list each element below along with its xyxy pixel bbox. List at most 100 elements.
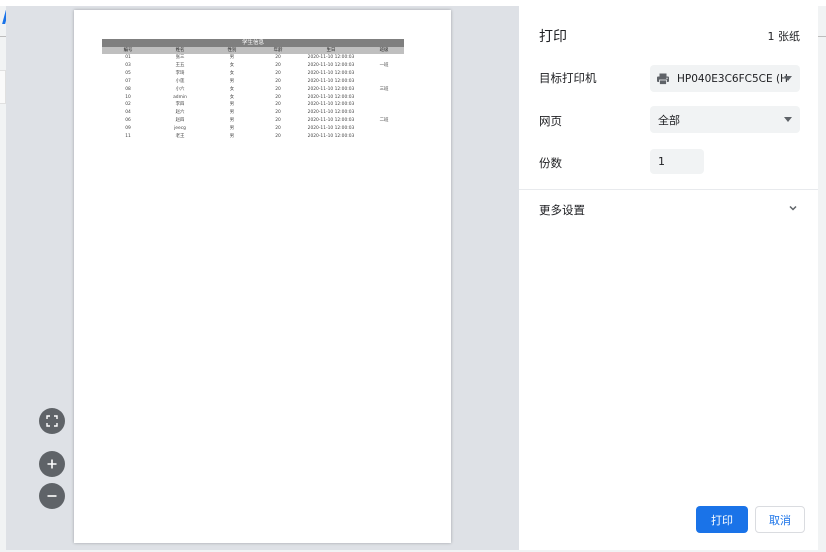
table-cell: 20 [275, 55, 281, 60]
table-cell: 05 [125, 70, 131, 76]
table-cell [364, 70, 404, 78]
table-cell: 二班 [379, 118, 389, 124]
pages-label: 网页 [539, 114, 562, 128]
more-settings-label: 更多设置 [539, 203, 585, 217]
pages-select[interactable]: 全部 [650, 106, 800, 133]
column-header: 生日 [298, 47, 364, 54]
table-cell: 女 [229, 94, 235, 100]
table-cell: 2020-11-10 12:00:03 [307, 118, 355, 124]
table-cell: 20 [275, 102, 281, 108]
table-row: 11 老王 男 20 2020-11-10 12:00:03 [102, 133, 404, 141]
print-preview-area[interactable]: 学生信息 编号 姓名 性别 年龄 生日 班级 01 张三男 20 2020-11-10… [6, 6, 519, 550]
table-title-row: 学生信息 [102, 39, 405, 47]
minus-icon [47, 495, 57, 497]
table-cell: 赵六 [175, 110, 185, 116]
table-cell: 男 [229, 102, 235, 108]
column-header: 班级 [364, 47, 405, 54]
table-cell: 男 [229, 126, 235, 132]
table-cell: 女 [229, 62, 235, 68]
table-row: 06 赵四 男 20 2020-11-10 12:00:03 二班 [102, 117, 404, 125]
table-cell: 2020-11-10 12:00:03 [307, 55, 355, 60]
table-cell: admin [173, 94, 187, 100]
more-settings-toggle[interactable]: 更多设置 [519, 190, 818, 226]
table-cell [364, 101, 404, 109]
plus-icon [47, 459, 57, 469]
dialog-title: 打印 [539, 29, 567, 45]
table-cell: 04 [125, 110, 131, 116]
table-cell: 男 [229, 110, 235, 116]
table-row: 10 admin 女 20 2020-11-10 12:00:03 [102, 94, 404, 102]
table-row: 08 小六 女 20 2020-11-10 12:00:03 三班 [102, 86, 404, 94]
column-header: 编号 [102, 47, 154, 54]
printer-name: HP040E3C6FC5CE (HP [677, 72, 789, 85]
column-header: 姓名 [154, 47, 206, 54]
table-cell: 03 [125, 62, 131, 68]
table-cell: 男 [229, 118, 235, 124]
table-cell: 06 [125, 118, 131, 124]
table-cell: 老王 [175, 134, 185, 140]
print-button[interactable]: 打印 [696, 506, 748, 533]
pages-value: 全部 [658, 113, 680, 127]
table-cell: 20 [275, 86, 281, 92]
table-row: 05 李琦 女 20 2020-11-10 12:00:03 [102, 70, 404, 78]
table-cell: 男 [229, 134, 235, 140]
table-row: 02 李四 男 20 2020-11-10 12:00:03 [102, 101, 404, 109]
copies-label: 份数 [539, 156, 562, 170]
table-cell: 2020-11-10 12:00:03 [307, 102, 355, 108]
copies-input[interactable] [650, 149, 704, 174]
table-cell [364, 125, 404, 133]
table-cell: 20 [275, 118, 281, 124]
backdrop-divider-right [818, 36, 826, 37]
print-settings-panel: 打印 1 张纸 目标打印机 HP040E3C6FC5CE (HP 网页 全部 份… [519, 6, 818, 550]
table-cell: jeecg [174, 126, 186, 132]
table-cell: 王五 [175, 62, 185, 68]
table-cell: 2020-11-10 12:00:03 [307, 110, 355, 116]
table-cell [364, 78, 404, 86]
zoom-out-button[interactable] [39, 483, 65, 509]
table-cell: 一班 [379, 62, 389, 68]
column-header: 年龄 [258, 47, 298, 54]
preview-page: 学生信息 编号 姓名 性别 年龄 生日 班级 01 张三男 20 2020-11-10… [74, 10, 451, 543]
table-cell: 李琦 [175, 70, 185, 76]
table-cell: 10 [125, 94, 131, 100]
table-cell: 张三 [175, 55, 185, 60]
destination-select[interactable]: HP040E3C6FC5CE (HP [650, 65, 800, 92]
fit-to-page-button[interactable] [39, 408, 65, 434]
table-cell [364, 109, 404, 117]
table-row: 03 王五 女 20 2020-11-10 12:00:03 一班 [102, 62, 404, 70]
caret-down-icon [784, 117, 792, 122]
table-cell: 赵四 [175, 118, 185, 124]
table-cell: 07 [125, 78, 131, 84]
table-header-row: 编号 姓名 性别 年龄 生日 班级 [102, 47, 405, 54]
table-cell: 2020-11-10 12:00:03 [307, 78, 355, 84]
table-title: 学生信息 [102, 39, 405, 47]
table-cell: 20 [275, 110, 281, 116]
sheet-count: 1 张纸 [767, 30, 801, 43]
table-cell: 20 [275, 134, 281, 140]
table-cell: 2020-11-10 12:00:03 [307, 134, 355, 140]
table-cell: 男 [229, 55, 235, 60]
table-cell [364, 94, 404, 102]
printer-icon [657, 73, 669, 85]
student-info-table: 学生信息 编号 姓名 性别 年龄 生日 班级 01 张三男 20 2020-11-10… [102, 39, 405, 141]
table-cell: 女 [229, 86, 235, 92]
table-cell: 20 [275, 62, 281, 68]
destination-label: 目标打印机 [539, 71, 597, 85]
table-row: 01 张三 男 20 2020-11-10 12:00:03 [102, 54, 404, 62]
table-cell: 2020-11-10 12:00:03 [307, 94, 355, 100]
cancel-button[interactable]: 取消 [755, 506, 805, 533]
table-cell: 20 [275, 70, 281, 76]
table-cell: 08 [125, 86, 131, 92]
table-cell: 2020-11-10 12:00:03 [307, 126, 355, 132]
table-cell: 20 [275, 94, 281, 100]
table-cell: 20 [275, 126, 281, 132]
table-cell: 李四 [175, 102, 185, 108]
table-cell: 女 [229, 70, 235, 76]
zoom-in-button[interactable] [39, 451, 65, 477]
table-cell: 2020-11-10 12:00:03 [307, 62, 355, 68]
table-cell: 02 [125, 102, 131, 108]
table-cell: 男 [229, 78, 235, 84]
table-row: 07 小莲 男 20 2020-11-10 12:00:03 [102, 78, 404, 86]
table-cell [364, 133, 404, 141]
table-cell: 01 [125, 55, 131, 60]
